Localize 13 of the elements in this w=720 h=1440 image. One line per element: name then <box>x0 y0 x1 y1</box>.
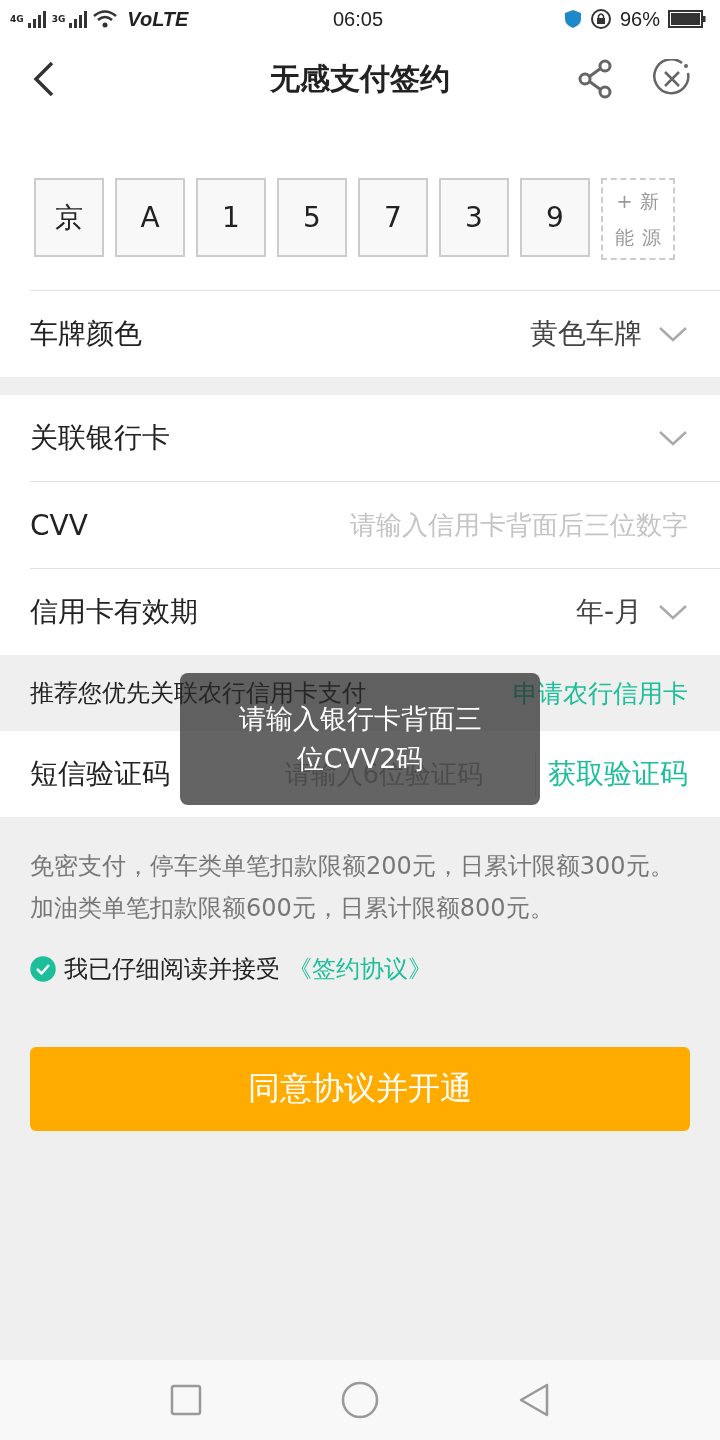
volte-label: VoLTE <box>127 7 189 31</box>
battery-percent: 96% <box>619 7 660 31</box>
bank-card-label: 关联银行卡 <box>30 420 170 456</box>
cvv-label: CVV <box>30 508 88 542</box>
agreement-text: 我已仔细阅读并接受 <box>64 954 280 985</box>
sms-code-label: 短信验证码 <box>30 756 170 792</box>
network-label: 4G <box>10 13 24 24</box>
expiry-label: 信用卡有效期 <box>30 594 198 630</box>
network-label: 3G <box>51 13 66 24</box>
page-title: 无感支付签约 <box>270 59 450 98</box>
limit-note: 免密支付，停车类单笔扣款限额200元，日累计限额300元。加油类单笔扣款限额600元，日累计限额800元。 <box>30 851 675 924</box>
plate-color-label: 车牌颜色 <box>30 316 142 352</box>
status-time: 06:05 <box>332 7 384 31</box>
